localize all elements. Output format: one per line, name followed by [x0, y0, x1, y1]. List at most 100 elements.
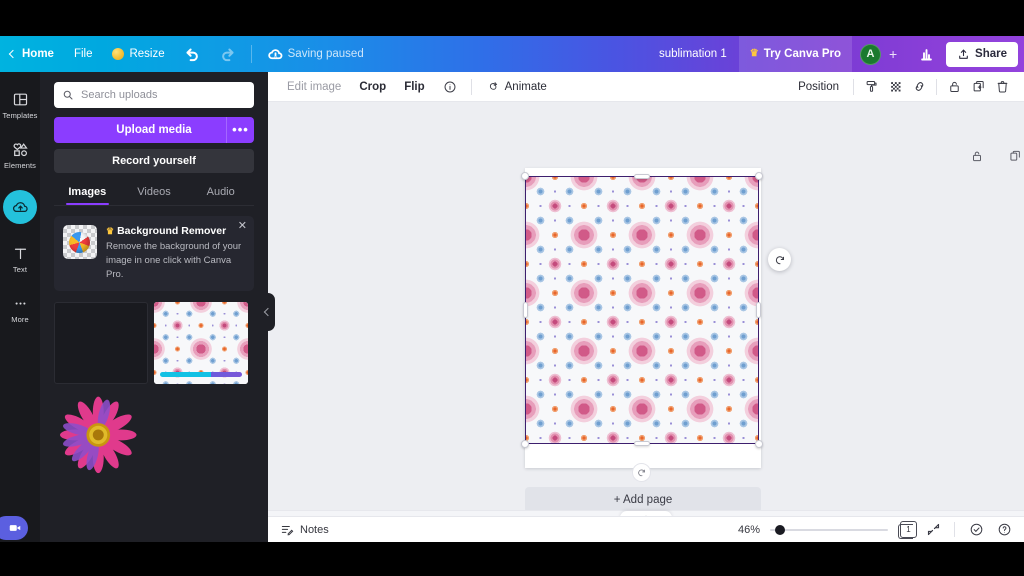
uploads-active-pill	[3, 190, 37, 224]
lock-button[interactable]	[942, 75, 966, 99]
tab-images[interactable]: Images	[54, 186, 121, 205]
sidebar-item-templates[interactable]: Templates	[0, 80, 40, 130]
sidebar-item-uploads[interactable]	[0, 180, 40, 234]
zoom-slider-knob[interactable]	[775, 524, 785, 535]
search-input[interactable]	[81, 89, 246, 101]
rotate-page-handle[interactable]	[632, 463, 651, 482]
sidebar-item-elements[interactable]: Elements	[0, 130, 40, 180]
paint-roller-button[interactable]	[859, 75, 883, 99]
info-circle-icon	[444, 81, 456, 92]
saving-status-group[interactable]: Saving paused	[258, 36, 374, 72]
notes-button[interactable]: Notes	[276, 523, 333, 537]
page-duplicate-button[interactable]	[1003, 144, 1024, 168]
resize-handle-left[interactable]	[522, 302, 528, 318]
tab-videos[interactable]: Videos	[121, 186, 188, 205]
uploads-cloud-icon	[12, 201, 28, 212]
upload-item-placeholder[interactable]	[54, 302, 148, 385]
document-title[interactable]: sublimation 1	[647, 48, 739, 60]
record-yourself-button[interactable]: Record yourself	[54, 149, 254, 173]
home-label: Home	[22, 48, 54, 60]
resize-handle-bottom[interactable]	[634, 441, 650, 446]
tab-audio[interactable]: Audio	[187, 186, 254, 205]
home-button[interactable]: Home	[0, 36, 64, 72]
os-letterbox-top	[0, 0, 1024, 36]
more-dots-icon	[15, 301, 25, 305]
editor-area: Edit image Crop Flip Animate Position + …	[268, 72, 1024, 542]
lock-icon	[949, 81, 959, 92]
resize-handle-top[interactable]	[634, 173, 650, 179]
header-left-group: Home File Resize Saving paused	[0, 36, 374, 72]
video-call-taskbar-button[interactable]	[0, 516, 28, 540]
crop-label: Crop	[359, 80, 387, 93]
duplicate-icon	[1010, 150, 1020, 161]
search-icon	[63, 90, 73, 100]
notes-label: Notes	[300, 523, 329, 536]
avatar[interactable]: A	[860, 43, 882, 65]
canvas-viewport[interactable]: + Add page ◀ ▶	[268, 102, 1024, 526]
selected-image-mandala[interactable]	[526, 177, 758, 443]
undo-button[interactable]	[175, 36, 210, 72]
upload-media-button[interactable]: Upload media •••	[54, 117, 254, 143]
transparency-button[interactable]	[883, 75, 907, 99]
redo-button[interactable]	[210, 36, 245, 72]
page-count-button[interactable]: 1	[898, 521, 917, 539]
link-button[interactable]	[907, 75, 931, 99]
edit-image-label: Edit image	[287, 80, 342, 93]
delete-button[interactable]	[990, 75, 1014, 99]
sidebar-item-text[interactable]: Text	[0, 234, 40, 284]
header-divider	[250, 45, 252, 63]
flip-button[interactable]: Flip	[395, 72, 433, 102]
record-yourself-label: Record yourself	[112, 155, 196, 167]
toolbar-divider	[853, 78, 854, 95]
search-uploads-box[interactable]	[54, 82, 254, 108]
upload-item-flower[interactable]	[54, 393, 148, 475]
rotate-image-handle[interactable]	[768, 248, 791, 271]
collapse-panel-button[interactable]	[262, 293, 275, 331]
flip-label: Flip	[404, 80, 425, 93]
add-collaborator-button[interactable]: +	[883, 44, 903, 64]
upload-item-mandala[interactable]	[154, 302, 248, 385]
resize-handle-right[interactable]	[756, 302, 761, 318]
close-icon[interactable]: ✕	[238, 221, 247, 232]
upload-more-options-button[interactable]: •••	[226, 117, 254, 143]
toolbar-divider	[936, 78, 937, 95]
zoom-slider-track	[770, 528, 888, 531]
animate-button[interactable]: Animate	[477, 72, 556, 102]
animate-swirl-icon	[489, 81, 497, 90]
edit-image-button[interactable]: Edit image	[278, 72, 350, 102]
resize-handle-top-right[interactable]	[755, 172, 763, 180]
crown-coin-icon	[112, 48, 125, 60]
check-button[interactable]	[964, 518, 988, 542]
insights-button[interactable]	[911, 47, 942, 62]
background-remover-promo[interactable]: ♛ Background Remover Remove the backgrou…	[54, 216, 254, 292]
share-label: Share	[975, 48, 1007, 60]
try-canva-pro-button[interactable]: ♛ Try Canva Pro	[738, 36, 853, 72]
upload-media-label: Upload media	[116, 124, 192, 136]
crop-button[interactable]: Crop	[350, 72, 395, 102]
sidebar-item-more[interactable]: More	[0, 284, 40, 334]
design-page[interactable]	[521, 168, 791, 468]
status-bar: Notes 46% 1	[268, 516, 1024, 542]
page-lock-button[interactable]	[965, 144, 989, 168]
saving-status-text: Saving paused	[287, 48, 364, 60]
fullscreen-button[interactable]	[921, 518, 945, 542]
resize-button[interactable]: Resize	[102, 36, 174, 72]
add-page-label: + Add page	[613, 494, 673, 506]
help-button[interactable]	[992, 518, 1016, 542]
zoom-slider[interactable]	[770, 523, 888, 537]
chevron-left-icon	[263, 307, 273, 317]
duplicate-button[interactable]	[966, 75, 990, 99]
resize-handle-top-left[interactable]	[521, 172, 529, 180]
info-button[interactable]	[434, 72, 466, 102]
video-camera-icon	[9, 525, 21, 531]
file-menu-button[interactable]: File	[64, 36, 103, 72]
header-right-group: sublimation 1 ♛ Try Canva Pro A + Share	[647, 36, 1024, 72]
position-button[interactable]: Position	[789, 72, 848, 102]
share-button[interactable]: Share	[946, 41, 1018, 67]
undo-arrow-icon	[185, 47, 200, 62]
file-label: File	[73, 48, 93, 60]
resize-handle-bottom-right[interactable]	[755, 440, 763, 448]
text-t-icon	[14, 248, 26, 259]
uploads-tabs: Images Videos Audio	[54, 186, 254, 205]
resize-handle-bottom-left[interactable]	[521, 440, 529, 448]
